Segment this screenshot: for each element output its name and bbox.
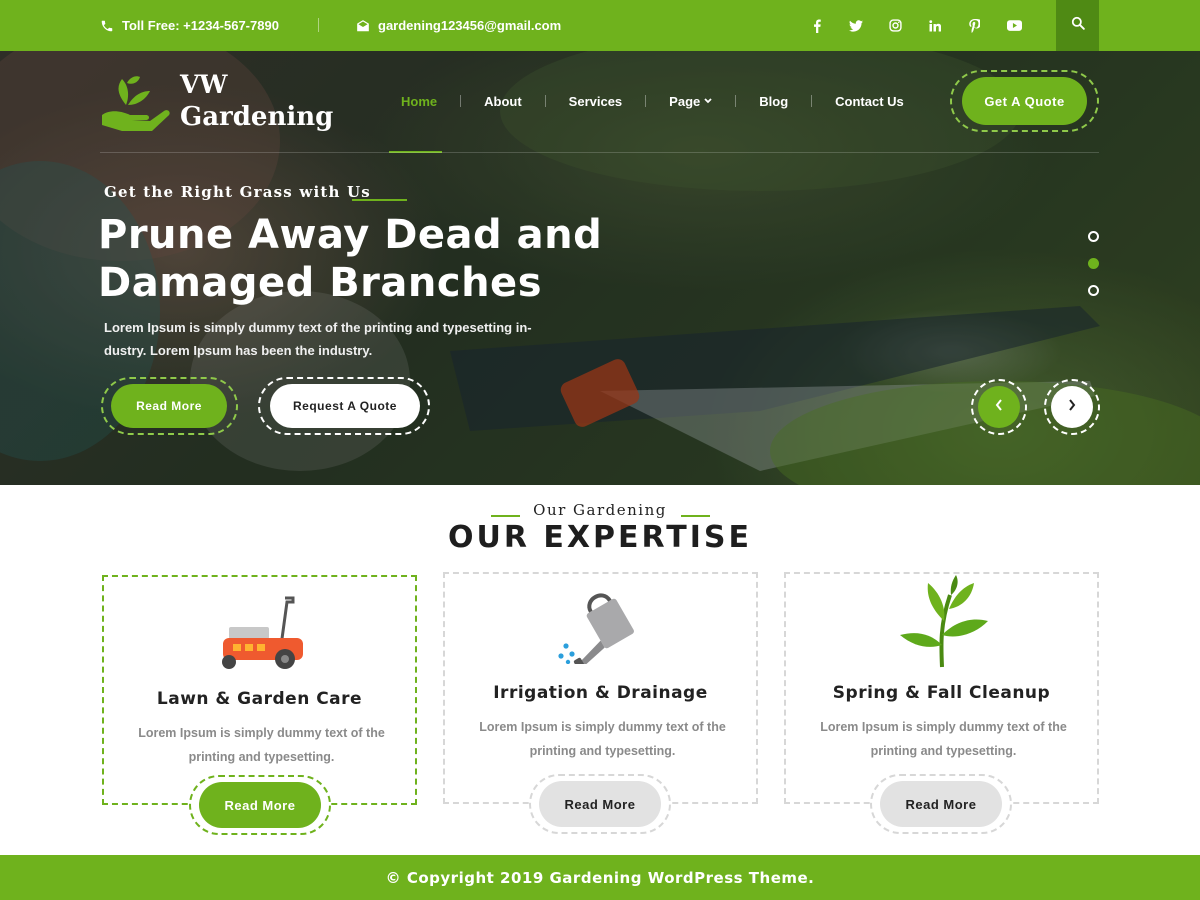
nav-label: Contact Us (835, 93, 904, 109)
instagram-icon[interactable] (876, 16, 916, 36)
envelope-icon (356, 19, 370, 33)
card-title: Irrigation & Drainage (493, 683, 708, 703)
card-description: Lorem Ipsum is simply dummy text of the … (820, 720, 1067, 758)
nav-item-page[interactable]: Page (657, 81, 724, 121)
nav-label: Services (568, 93, 623, 109)
eyebrow-underline (352, 199, 407, 201)
email-text: gardening123456@gmail.com (378, 18, 562, 33)
linkedin-icon[interactable] (916, 16, 956, 36)
slider-prev-button[interactable] (978, 386, 1020, 428)
header-divider (100, 152, 1099, 153)
main-nav: Home About Services Page Blog Contact Us (389, 81, 916, 121)
search-icon (1071, 16, 1085, 35)
request-quote-button[interactable]: Request A Quote (270, 384, 420, 428)
hero-title: Prune Away Dead and Damaged Branches (98, 211, 618, 307)
site-logo[interactable]: VW Gardening (100, 65, 333, 137)
nav-label: Home (401, 93, 438, 109)
divider (318, 18, 319, 32)
card-read-more-button[interactable]: Read More (199, 782, 321, 828)
card-title: Lawn & Garden Care (156, 689, 363, 709)
top-bar: Toll Free: +1234-567-7890 gardening12345… (0, 0, 1200, 51)
service-card-spring-fall-cleanup[interactable]: Spring & Fall Cleanup Lorem Ipsum is sim… (784, 572, 1099, 804)
nav-label: Blog (759, 93, 789, 109)
nav-label: Page (669, 93, 701, 109)
nav-item-home[interactable]: Home (389, 81, 449, 121)
youtube-icon[interactable] (995, 16, 1035, 36)
hero-title-line2: Damaged Branches (98, 260, 542, 306)
logo-text-line2: Gardening (180, 102, 334, 132)
nav-item-about[interactable]: About (472, 81, 534, 121)
watering-can-icon (445, 588, 756, 664)
nav-label: About (484, 93, 522, 109)
slider-next-button[interactable] (1051, 386, 1093, 428)
card-read-more-button[interactable]: Read More (539, 781, 661, 827)
slider-dot-2-active[interactable] (1088, 258, 1099, 269)
nav-divider (460, 95, 462, 107)
card-description: Lorem Ipsum is simply dummy text of the … (138, 726, 385, 764)
nav-divider (544, 95, 546, 107)
nav-item-contact-us[interactable]: Contact Us (823, 81, 916, 121)
nav-divider (811, 95, 813, 107)
service-card-lawn-garden-care[interactable]: Lawn & Garden Care Lorem Ipsum is simply… (102, 575, 417, 805)
email-contact[interactable]: gardening123456@gmail.com (356, 0, 561, 51)
section-title: OUR EXPERTISE (448, 520, 752, 555)
chevron-left-icon (995, 398, 1003, 416)
section-eyebrow-line-right (681, 515, 710, 517)
twitter-icon[interactable] (837, 16, 877, 36)
hand-with-leaves-icon (102, 76, 170, 131)
card-description: Lorem Ipsum is simply dummy text of the … (479, 720, 726, 758)
copyright-text: © Copyright 2019 Gardening WordPress The… (385, 868, 815, 887)
site-footer: © Copyright 2019 Gardening WordPress The… (0, 855, 1200, 900)
nav-divider (735, 95, 737, 107)
service-card-irrigation-drainage[interactable]: Irrigation & Drainage Lorem Ipsum is sim… (443, 572, 758, 804)
hero-description: Lorem Ipsum is simply dummy text of the … (104, 320, 532, 358)
hero-title-line1: Prune Away Dead and (98, 212, 603, 258)
lawn-mower-icon (104, 594, 415, 674)
logo-text-line1: VW (180, 70, 228, 99)
chevron-right-icon (1068, 398, 1076, 416)
card-read-more-button[interactable]: Read More (880, 781, 1002, 827)
pinterest-icon[interactable] (955, 16, 995, 36)
hero-read-more-button[interactable]: Read More (111, 384, 227, 428)
section-eyebrow: Our Gardening (533, 501, 667, 519)
nav-divider (645, 95, 647, 107)
card-title: Spring & Fall Cleanup (832, 683, 1051, 703)
nav-item-services[interactable]: Services (557, 81, 635, 121)
slider-dot-1[interactable] (1088, 231, 1099, 242)
social-links (797, 0, 1034, 51)
get-quote-button[interactable]: Get A Quote (962, 77, 1087, 125)
chevron-down-icon (704, 96, 712, 106)
phone-icon (100, 19, 114, 33)
plant-sprout-icon (786, 575, 1097, 669)
facebook-icon[interactable] (797, 16, 837, 36)
nav-item-blog[interactable]: Blog (747, 81, 800, 121)
phone-contact[interactable]: Toll Free: +1234-567-7890 (100, 0, 279, 51)
slider-pagination (1087, 231, 1101, 312)
hero-eyebrow: Get the Right Grass with Us (104, 183, 371, 201)
phone-text: Toll Free: +1234-567-7890 (122, 18, 279, 33)
hero-banner: VW Gardening Home About Services Page Bl… (0, 51, 1200, 485)
search-button[interactable] (1056, 0, 1099, 51)
slider-dot-3[interactable] (1088, 285, 1099, 296)
